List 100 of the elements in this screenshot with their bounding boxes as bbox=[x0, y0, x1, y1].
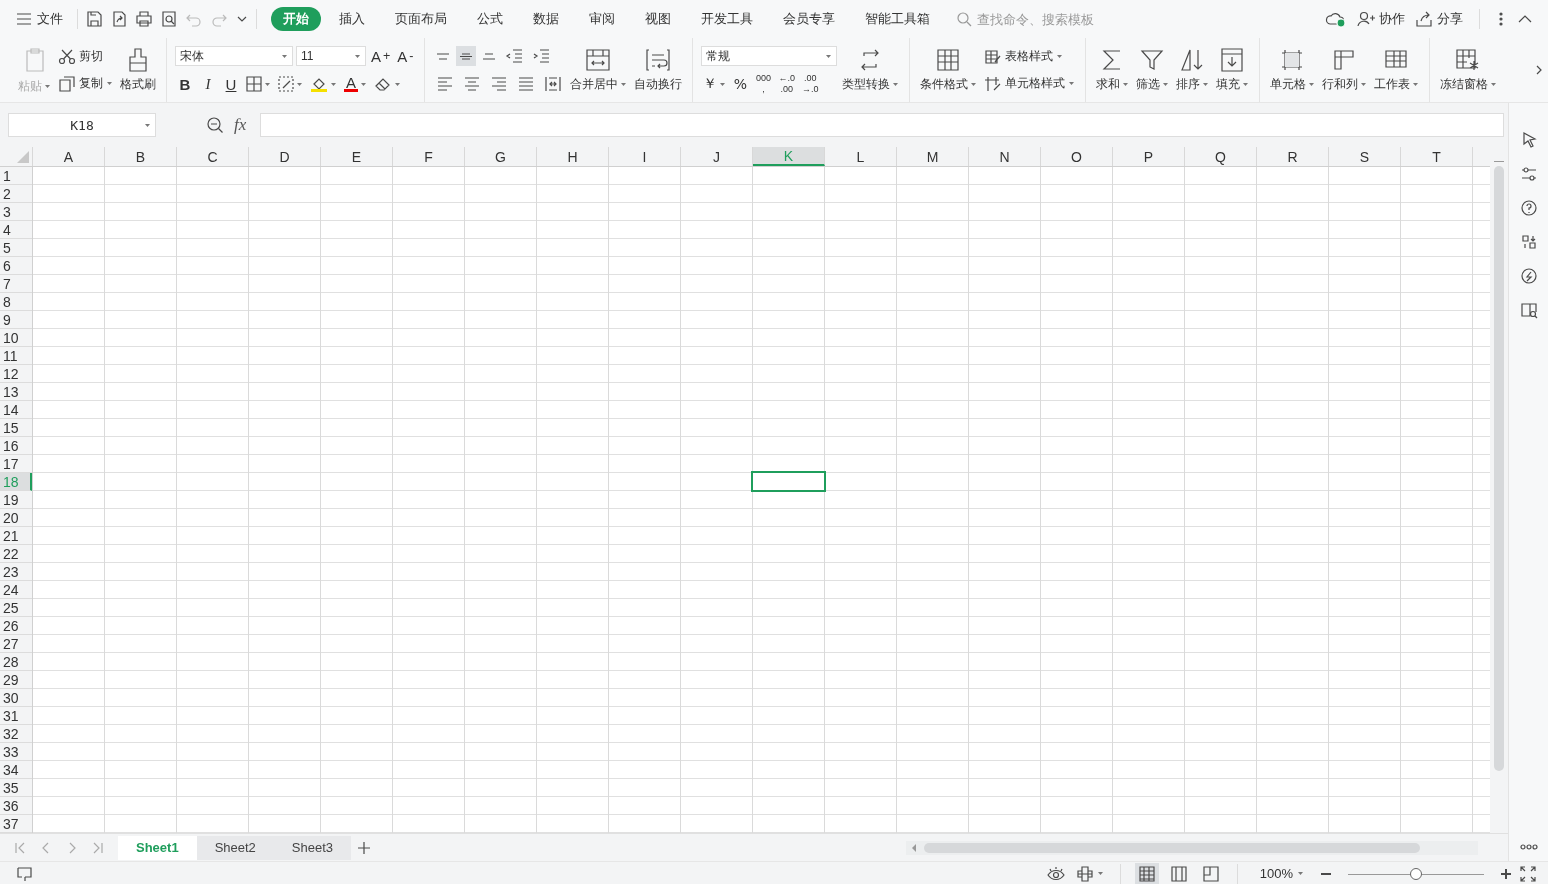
row-header[interactable]: 36 bbox=[0, 797, 32, 815]
ribbon-tab[interactable]: 开发工具 bbox=[689, 7, 765, 31]
row-header[interactable]: 31 bbox=[0, 707, 32, 725]
row-header[interactable]: 28 bbox=[0, 653, 32, 671]
row-header[interactable]: 25 bbox=[0, 599, 32, 617]
more-options-icon[interactable] bbox=[1518, 843, 1539, 851]
row-header[interactable]: 3 bbox=[0, 203, 32, 221]
ribbon-tab[interactable]: 数据 bbox=[521, 7, 571, 31]
row-header[interactable]: 7 bbox=[0, 275, 32, 293]
number-format-dropdown[interactable]: 常规 bbox=[700, 46, 837, 66]
column-header[interactable]: Q bbox=[1185, 147, 1257, 166]
collaborate-button[interactable]: 协作 bbox=[1357, 10, 1405, 28]
name-box[interactable]: K18 bbox=[8, 113, 156, 137]
copy-button[interactable]: 复制 bbox=[56, 74, 115, 93]
cloud-sync-icon[interactable] bbox=[1325, 10, 1347, 28]
ribbon-tab[interactable]: 公式 bbox=[465, 7, 515, 31]
row-header[interactable]: 16 bbox=[0, 437, 32, 455]
filter-button[interactable]: 筛选 bbox=[1133, 45, 1171, 95]
row-header[interactable]: 26 bbox=[0, 617, 32, 635]
thousands-button[interactable]: 000 , bbox=[753, 74, 774, 94]
column-header[interactable]: M bbox=[897, 147, 969, 166]
sort-button[interactable]: 排序 bbox=[1173, 45, 1211, 95]
merge-center-button[interactable]: 合并居中 bbox=[567, 45, 629, 95]
sheet-tab[interactable]: Sheet2 bbox=[196, 835, 274, 860]
sum-button[interactable]: 求和 bbox=[1093, 45, 1131, 95]
print-preview-icon[interactable] bbox=[160, 10, 178, 28]
zoom-dropdown[interactable]: 100% bbox=[1259, 866, 1304, 881]
column-header[interactable]: F bbox=[393, 147, 465, 166]
row-header[interactable]: 8 bbox=[0, 293, 32, 311]
column-header[interactable]: R bbox=[1257, 147, 1329, 166]
book-search-icon[interactable] bbox=[1519, 301, 1538, 319]
save-icon[interactable] bbox=[85, 10, 103, 28]
column-header[interactable]: E bbox=[321, 147, 393, 166]
cut-button[interactable]: 剪切 bbox=[56, 47, 115, 66]
borders-button[interactable] bbox=[244, 74, 273, 94]
row-header[interactable]: 10 bbox=[0, 329, 32, 347]
sliders-icon[interactable] bbox=[1520, 165, 1537, 183]
conditional-format-button[interactable]: 条件格式 bbox=[917, 45, 979, 95]
row-header[interactable]: 6 bbox=[0, 257, 32, 275]
format-painter-button[interactable]: 格式刷 bbox=[118, 45, 158, 95]
bold-button[interactable]: B bbox=[175, 74, 195, 94]
increase-decimal-button[interactable]: ←.0 .00 bbox=[776, 74, 798, 94]
row-header[interactable]: 30 bbox=[0, 689, 32, 707]
currency-button[interactable]: ￥ bbox=[700, 74, 728, 94]
zoom-out-icon[interactable] bbox=[206, 116, 224, 134]
column-header[interactable]: T bbox=[1401, 147, 1473, 166]
column-header[interactable]: N bbox=[969, 147, 1041, 166]
row-header[interactable]: 14 bbox=[0, 401, 32, 419]
row-header[interactable]: 1 bbox=[0, 167, 32, 185]
row-header[interactable]: 9 bbox=[0, 311, 32, 329]
row-header[interactable]: 12 bbox=[0, 365, 32, 383]
cell-grid[interactable] bbox=[33, 167, 1490, 833]
eye-icon[interactable] bbox=[1045, 865, 1066, 882]
ribbon-tab[interactable]: 页面布局 bbox=[383, 7, 459, 31]
row-header[interactable]: 19 bbox=[0, 491, 32, 509]
row-header[interactable]: 34 bbox=[0, 761, 32, 779]
transfer-icon[interactable] bbox=[1520, 233, 1537, 251]
underline-button[interactable]: U bbox=[221, 74, 241, 94]
column-header[interactable]: O bbox=[1041, 147, 1113, 166]
zoom-in-icon[interactable] bbox=[1500, 867, 1512, 880]
cell-button[interactable]: 单元格 bbox=[1267, 45, 1317, 95]
cell-format-button[interactable] bbox=[276, 74, 305, 94]
formula-input[interactable] bbox=[260, 113, 1504, 137]
row-header[interactable]: 22 bbox=[0, 545, 32, 563]
rows-columns-button[interactable]: 行和列 bbox=[1319, 45, 1369, 95]
ribbon-tab[interactable]: 视图 bbox=[633, 7, 683, 31]
column-header[interactable]: C bbox=[177, 147, 249, 166]
help-icon[interactable] bbox=[1519, 199, 1538, 217]
row-header[interactable]: 35 bbox=[0, 779, 32, 797]
pointer-icon[interactable] bbox=[1520, 131, 1537, 149]
column-header[interactable]: I bbox=[609, 147, 681, 166]
row-header[interactable]: 33 bbox=[0, 743, 32, 761]
percent-button[interactable]: % bbox=[730, 74, 751, 94]
decrease-decimal-button[interactable]: .00 →.0 bbox=[800, 74, 821, 94]
column-header[interactable]: H bbox=[537, 147, 609, 166]
italic-button[interactable]: I bbox=[198, 74, 218, 94]
normal-view-button[interactable] bbox=[1134, 862, 1159, 884]
macro-icon[interactable] bbox=[16, 864, 34, 883]
print-icon[interactable] bbox=[135, 10, 153, 28]
column-header[interactable]: G bbox=[465, 147, 537, 166]
file-menu[interactable]: 文件 bbox=[12, 10, 71, 28]
fill-button[interactable]: 填充 bbox=[1213, 45, 1251, 95]
ribbon-tab[interactable]: 会员专享 bbox=[771, 7, 847, 31]
column-header[interactable]: D bbox=[249, 147, 321, 166]
font-name-dropdown[interactable]: 宋体 bbox=[175, 46, 293, 66]
sheet-tab[interactable]: Sheet3 bbox=[273, 835, 352, 860]
font-color-button[interactable]: A bbox=[342, 74, 369, 94]
function-label[interactable]: fx bbox=[234, 115, 247, 135]
freeze-panes-button[interactable]: 冻结窗格 bbox=[1437, 45, 1499, 95]
row-header[interactable]: 2 bbox=[0, 185, 32, 203]
row-header[interactable]: 15 bbox=[0, 419, 32, 437]
column-header[interactable]: B bbox=[105, 147, 177, 166]
row-header[interactable]: 32 bbox=[0, 725, 32, 743]
row-header[interactable]: 21 bbox=[0, 527, 32, 545]
worksheet-button[interactable]: 工作表 bbox=[1371, 45, 1421, 95]
row-header[interactable]: 13 bbox=[0, 383, 32, 401]
vertical-scrollbar[interactable] bbox=[1490, 147, 1508, 833]
row-header[interactable]: 4 bbox=[0, 221, 32, 239]
ribbon-tab[interactable]: 智能工具箱 bbox=[853, 7, 942, 31]
row-header[interactable]: 11 bbox=[0, 347, 32, 365]
